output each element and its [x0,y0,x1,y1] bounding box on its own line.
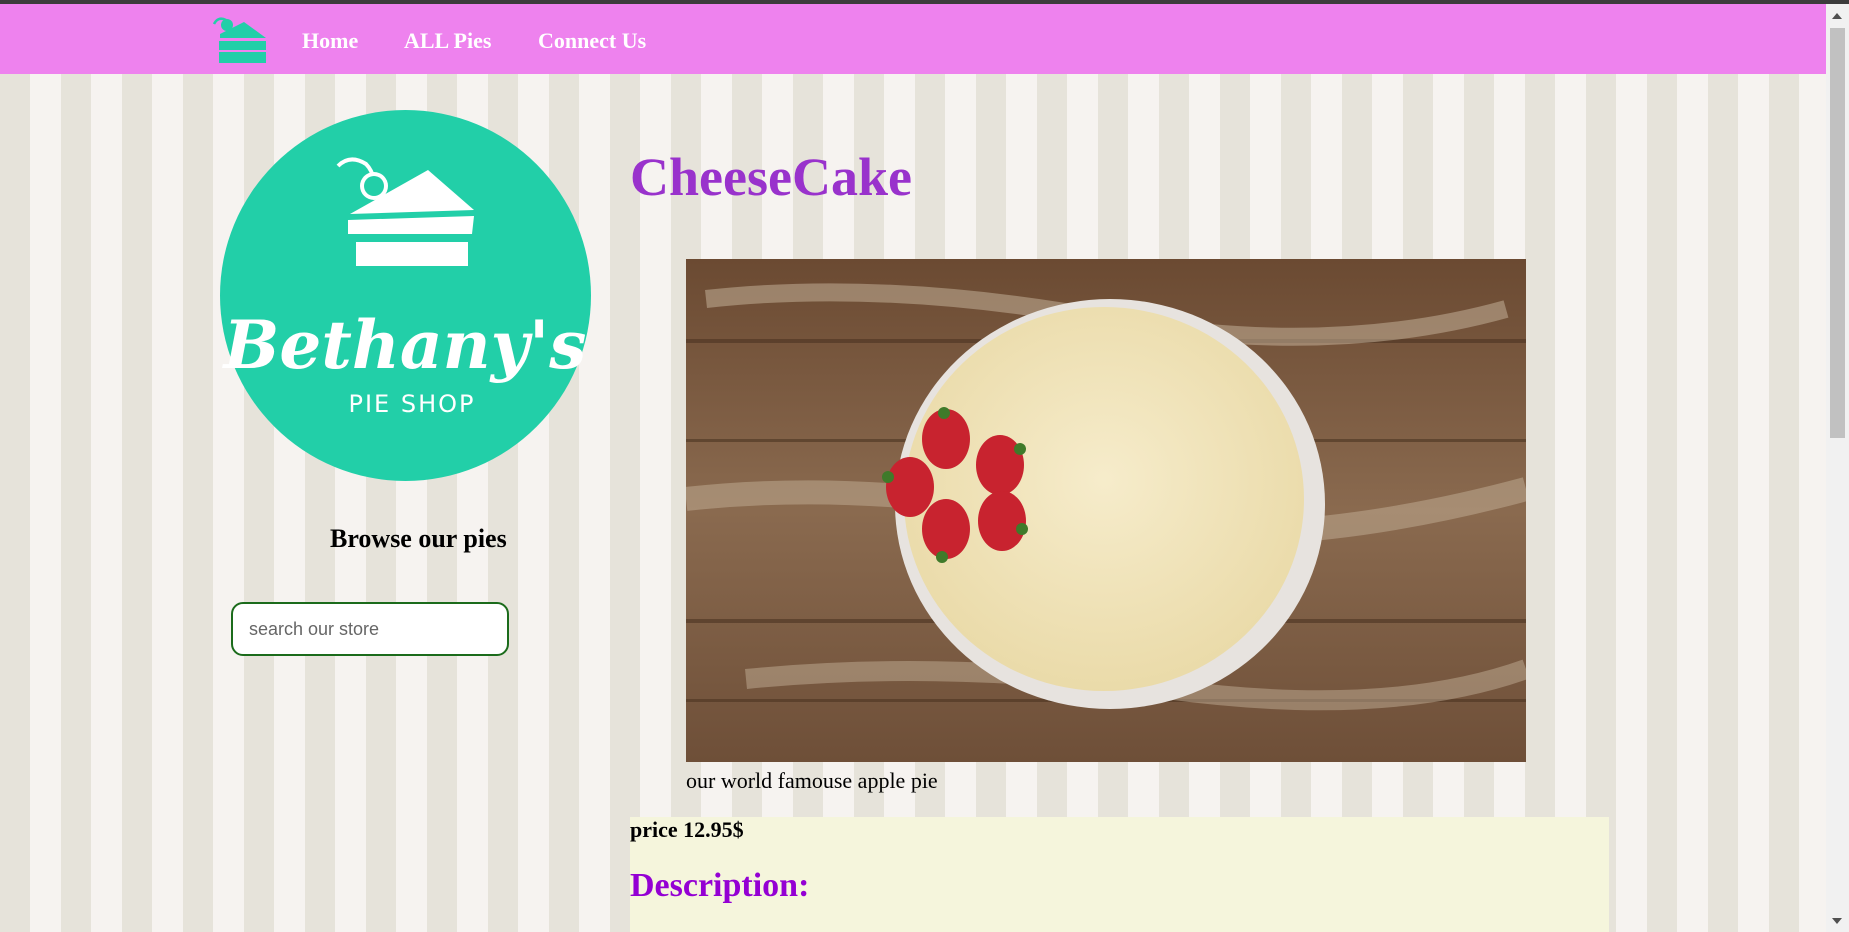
nav-home-link[interactable]: Home [302,28,358,54]
product-price: price 12.95$ [630,817,744,842]
cake-slice-icon[interactable] [208,14,270,64]
scroll-thumb[interactable] [1830,28,1845,438]
scroll-down-icon[interactable] [1832,918,1842,924]
search-input[interactable] [231,602,509,656]
browse-title: Browse our pies [330,524,507,553]
scroll-up-icon[interactable] [1832,13,1842,19]
image-caption: our world famouse apple pie [686,768,938,793]
brand-tagline: PIE SHOP [349,390,476,418]
page-scrollbar[interactable] [1826,4,1849,932]
top-navbar: Home ALL Pies Connect Us [0,4,1826,74]
product-title: CheeseCake [630,147,912,207]
brand-name: Bethany's [222,306,587,384]
nav-all-pies-link[interactable]: ALL Pies [404,28,491,54]
product-info-panel: price 12.95$ Description: [630,817,1609,932]
product-image [686,259,1526,762]
nav-connect-us-link[interactable]: Connect Us [538,28,646,54]
bethanys-pie-shop-logo: Bethany's PIE SHOP [220,110,591,481]
description-heading: Description: [630,867,810,904]
